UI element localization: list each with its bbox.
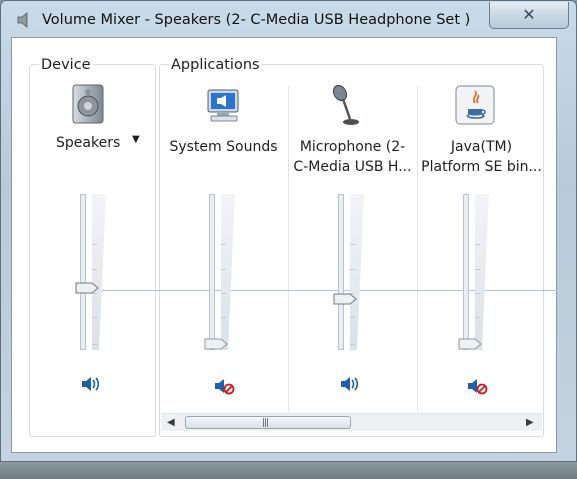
app-name-line: System Sounds <box>169 139 278 155</box>
app-name: System Sounds <box>163 137 284 157</box>
app-volume-slider-thumb[interactable] <box>204 338 228 350</box>
speaker-window-icon <box>17 12 28 28</box>
app-name-line: C-Media USB H... <box>293 159 412 175</box>
volume-tick-mark <box>475 293 480 294</box>
app-volume-ticks <box>350 194 355 350</box>
volume-tick-mark <box>475 244 480 245</box>
volume-tick-mark <box>92 344 97 345</box>
volume-mixer-window: Volume Mixer - Speakers (2- C-Media USB … <box>0 0 577 462</box>
app-volume-track[interactable] <box>338 194 344 350</box>
column-separator <box>288 86 289 412</box>
volume-tick-mark <box>92 269 97 270</box>
app-name-line: Java(TM) <box>450 139 513 155</box>
scroll-right-arrow-icon[interactable]: ▶ <box>526 417 534 428</box>
applications-group-label: Applications <box>169 57 262 73</box>
app-volume-slider-thumb[interactable] <box>458 338 482 350</box>
app-speaker-icon[interactable] <box>213 376 235 396</box>
system-sounds-icon <box>207 89 239 122</box>
applications-horizontal-scrollbar[interactable]: ◀ ||| ▶ <box>161 413 542 431</box>
volume-tick-mark <box>350 317 355 318</box>
volume-tick-mark <box>92 317 97 318</box>
speakers-device-icon[interactable] <box>70 84 106 124</box>
column-separator <box>417 86 418 412</box>
java-icon <box>455 85 495 125</box>
window-title: Volume Mixer - Speakers (2- C-Media USB … <box>42 12 471 28</box>
device-volume-track[interactable] <box>80 194 86 350</box>
volume-tick-mark <box>221 317 226 318</box>
app-volume-ticks <box>221 194 226 350</box>
app-name: Microphone (2- C-Media USB H... <box>292 137 413 177</box>
device-level-reference-line <box>102 290 557 291</box>
microphone-icon <box>332 84 359 125</box>
app-name: Java(TM) Platform SE bin... <box>421 137 542 177</box>
device-speaker-icon[interactable] <box>80 374 102 394</box>
volume-tick-mark <box>221 293 226 294</box>
device-name: Speakers <box>56 135 121 151</box>
mixer-client-area: Device Applications Speakers ▼ System So… <box>11 37 557 453</box>
device-group-label: Device <box>39 57 93 73</box>
app-volume-track[interactable] <box>463 194 469 350</box>
app-speaker-icon[interactable] <box>339 374 361 394</box>
device-selector[interactable]: Speakers ▼ <box>56 133 146 155</box>
volume-tick-mark <box>475 269 480 270</box>
device-volume-slider-thumb[interactable] <box>75 282 99 294</box>
volume-tick-mark <box>221 269 226 270</box>
volume-tick-mark <box>350 244 355 245</box>
close-button[interactable]: ✕ <box>489 2 569 29</box>
scrollbar-grip-icon: ||| <box>262 418 269 428</box>
volume-tick-mark <box>92 244 97 245</box>
chevron-down-icon: ▼ <box>132 134 140 145</box>
scrollbar-thumb[interactable]: ||| <box>185 416 351 429</box>
app-name-line: Platform SE bin... <box>421 159 542 175</box>
app-volume-slider-thumb[interactable] <box>333 293 357 305</box>
close-icon: ✕ <box>522 5 536 24</box>
device-volume-ticks <box>92 194 97 350</box>
volume-tick-mark <box>350 269 355 270</box>
app-name-line: Microphone (2- <box>299 139 406 155</box>
app-volume-ticks <box>475 194 480 350</box>
app-speaker-icon[interactable] <box>466 376 488 396</box>
volume-tick-mark <box>350 344 355 345</box>
volume-tick-mark <box>221 244 226 245</box>
volume-tick-mark <box>475 317 480 318</box>
app-volume-track[interactable] <box>209 194 215 350</box>
scroll-left-arrow-icon[interactable]: ◀ <box>167 417 175 428</box>
